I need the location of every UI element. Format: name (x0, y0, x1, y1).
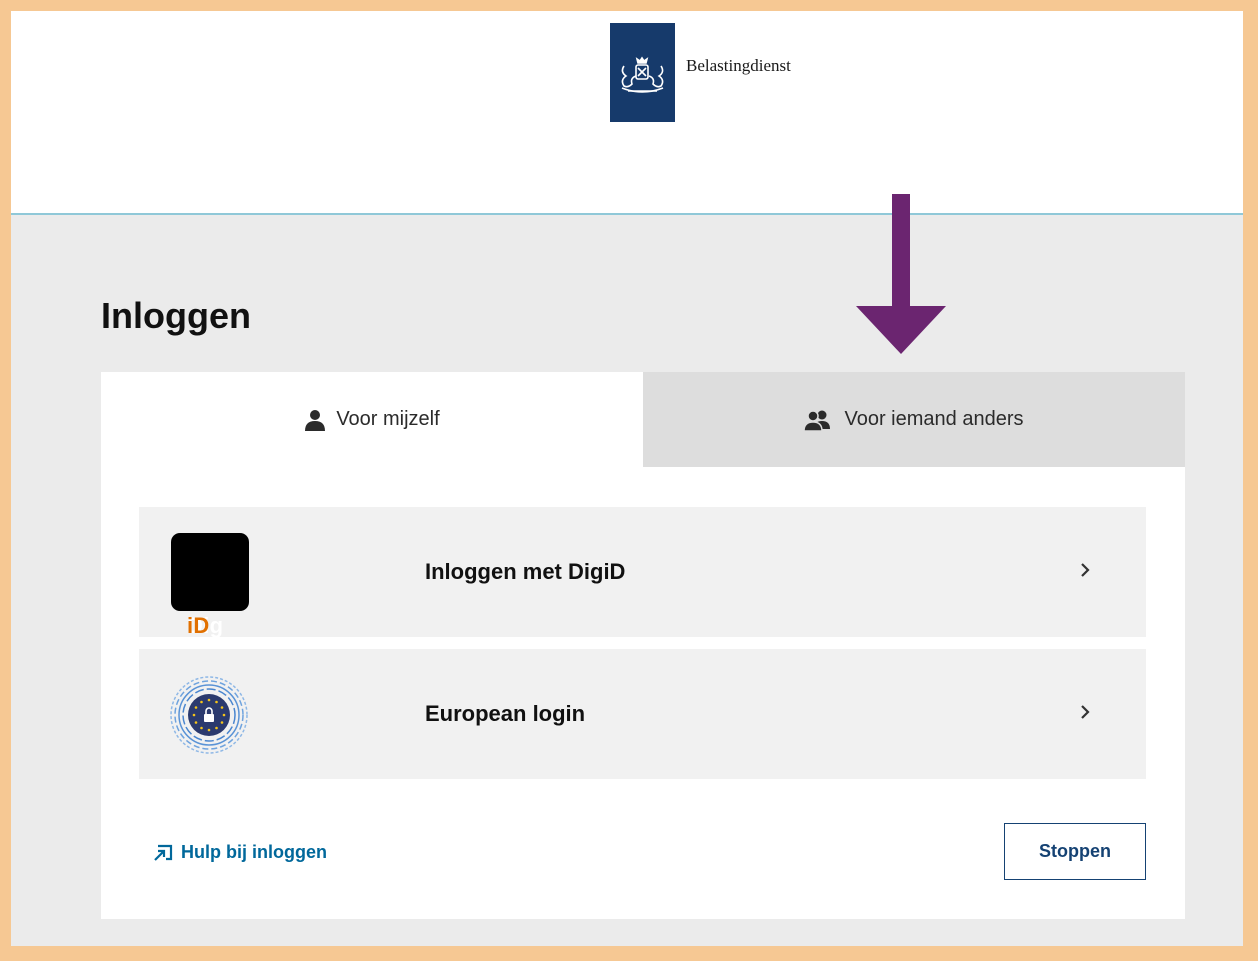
page-frame: Belastingdienst Inloggen Voor mijzelf Vo… (11, 11, 1243, 946)
option-label: European login (425, 701, 586, 726)
brand-name: Belastingdienst (686, 56, 791, 75)
stop-button[interactable]: Stoppen (1004, 823, 1146, 880)
person-icon (304, 409, 326, 431)
tab-voor-mijzelf[interactable]: Voor mijzelf (101, 372, 643, 467)
chevron-right-icon (1081, 563, 1090, 577)
help-label: Hulp bij inloggen (181, 842, 327, 862)
coat-of-arms-icon (621, 56, 664, 93)
login-panel: Voor mijzelf Voor iemand anders Dig iD In (101, 372, 1185, 919)
tab-bar: Voor mijzelf Voor iemand anders (101, 372, 1185, 467)
option-digid[interactable]: Dig iD Inloggen met DigiD (139, 507, 1146, 638)
eu-login-icon (170, 676, 248, 754)
people-icon (804, 409, 834, 431)
digid-logo: Dig iD (171, 533, 249, 638)
tab-voor-iemand-anders[interactable]: Voor iemand anders (643, 372, 1185, 467)
external-link-icon (153, 844, 173, 862)
option-european-login[interactable]: European login (139, 649, 1146, 779)
tab-label: Voor mijzelf (336, 408, 440, 430)
down-arrow-icon (856, 194, 946, 354)
site-header: Belastingdienst (11, 11, 1243, 215)
chevron-right-icon (1081, 705, 1090, 719)
page-title: Inloggen (101, 295, 251, 336)
rijksoverheid-logo (610, 23, 675, 122)
option-label: Inloggen met DigiD (425, 559, 626, 584)
help-link[interactable]: Hulp bij inloggen (153, 842, 327, 863)
tab-label: Voor iemand anders (844, 408, 1024, 430)
